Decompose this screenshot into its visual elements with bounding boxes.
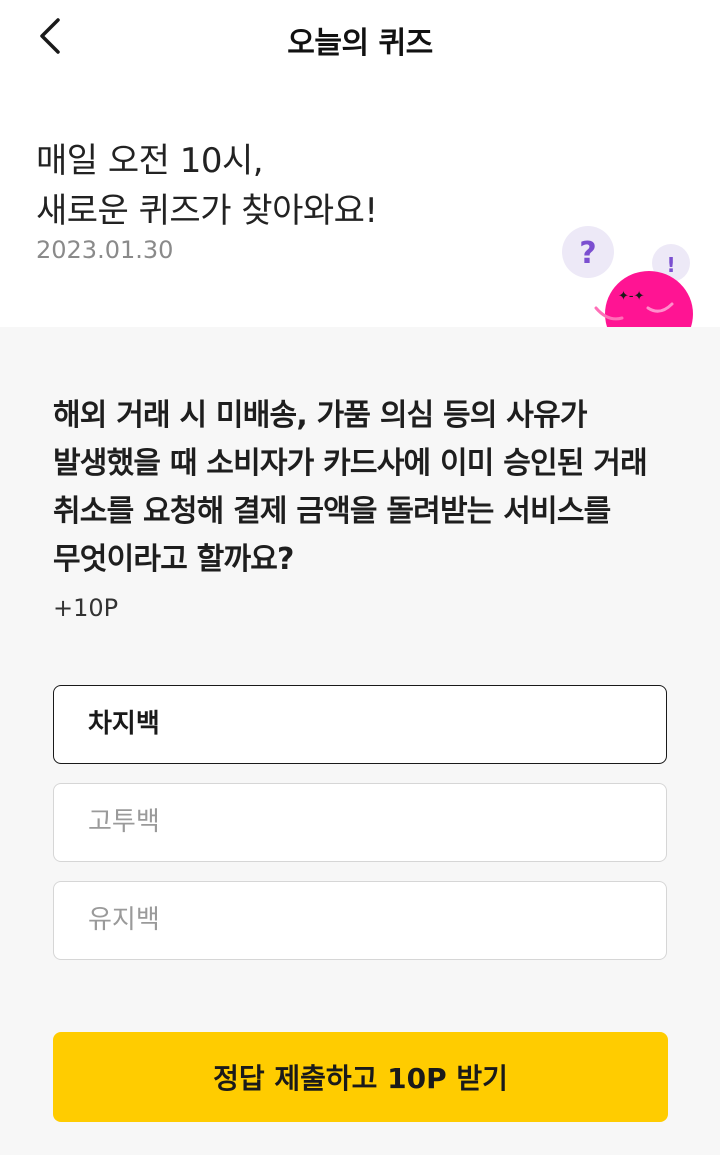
answer-option-label: 차지백 bbox=[88, 709, 160, 739]
answer-option-1[interactable]: 차지백 bbox=[53, 685, 667, 764]
exclamation-mark: ! bbox=[666, 253, 675, 277]
mascot-illustration: ? ! ✦-✦ bbox=[562, 226, 693, 327]
submit-answer-button[interactable]: 정답 제출하고 10P 받기 bbox=[53, 1032, 668, 1122]
mascot-eyes: ✦-✦ bbox=[618, 289, 645, 304]
app-header: 오늘의 퀴즈 bbox=[0, 0, 720, 76]
question-mark: ? bbox=[579, 236, 596, 271]
quiz-headline: 매일 오전 10시, 새로운 퀴즈가 찾아와요! bbox=[36, 136, 378, 236]
headline-line-1: 매일 오전 10시, bbox=[36, 141, 264, 181]
quiz-question: 해외 거래 시 미배송, 가품 의심 등의 사유가 발생했을 때 소비자가 카드… bbox=[53, 398, 648, 577]
page-title: 오늘의 퀴즈 bbox=[287, 26, 433, 61]
intro-section: 오늘의 퀴즈 매일 오전 10시, 새로운 퀴즈가 찾아와요! 2023.01.… bbox=[0, 0, 720, 327]
answer-option-label: 유지백 bbox=[88, 905, 160, 935]
quiz-date: 2023.01.30 bbox=[36, 236, 174, 264]
headline-line-2: 새로운 퀴즈가 찾아와요! bbox=[36, 191, 378, 231]
answer-option-label: 고투백 bbox=[88, 807, 160, 837]
answer-option-2[interactable]: 고투백 bbox=[53, 783, 667, 862]
reward-points: +10P bbox=[53, 594, 119, 622]
answer-option-3[interactable]: 유지백 bbox=[53, 881, 667, 960]
